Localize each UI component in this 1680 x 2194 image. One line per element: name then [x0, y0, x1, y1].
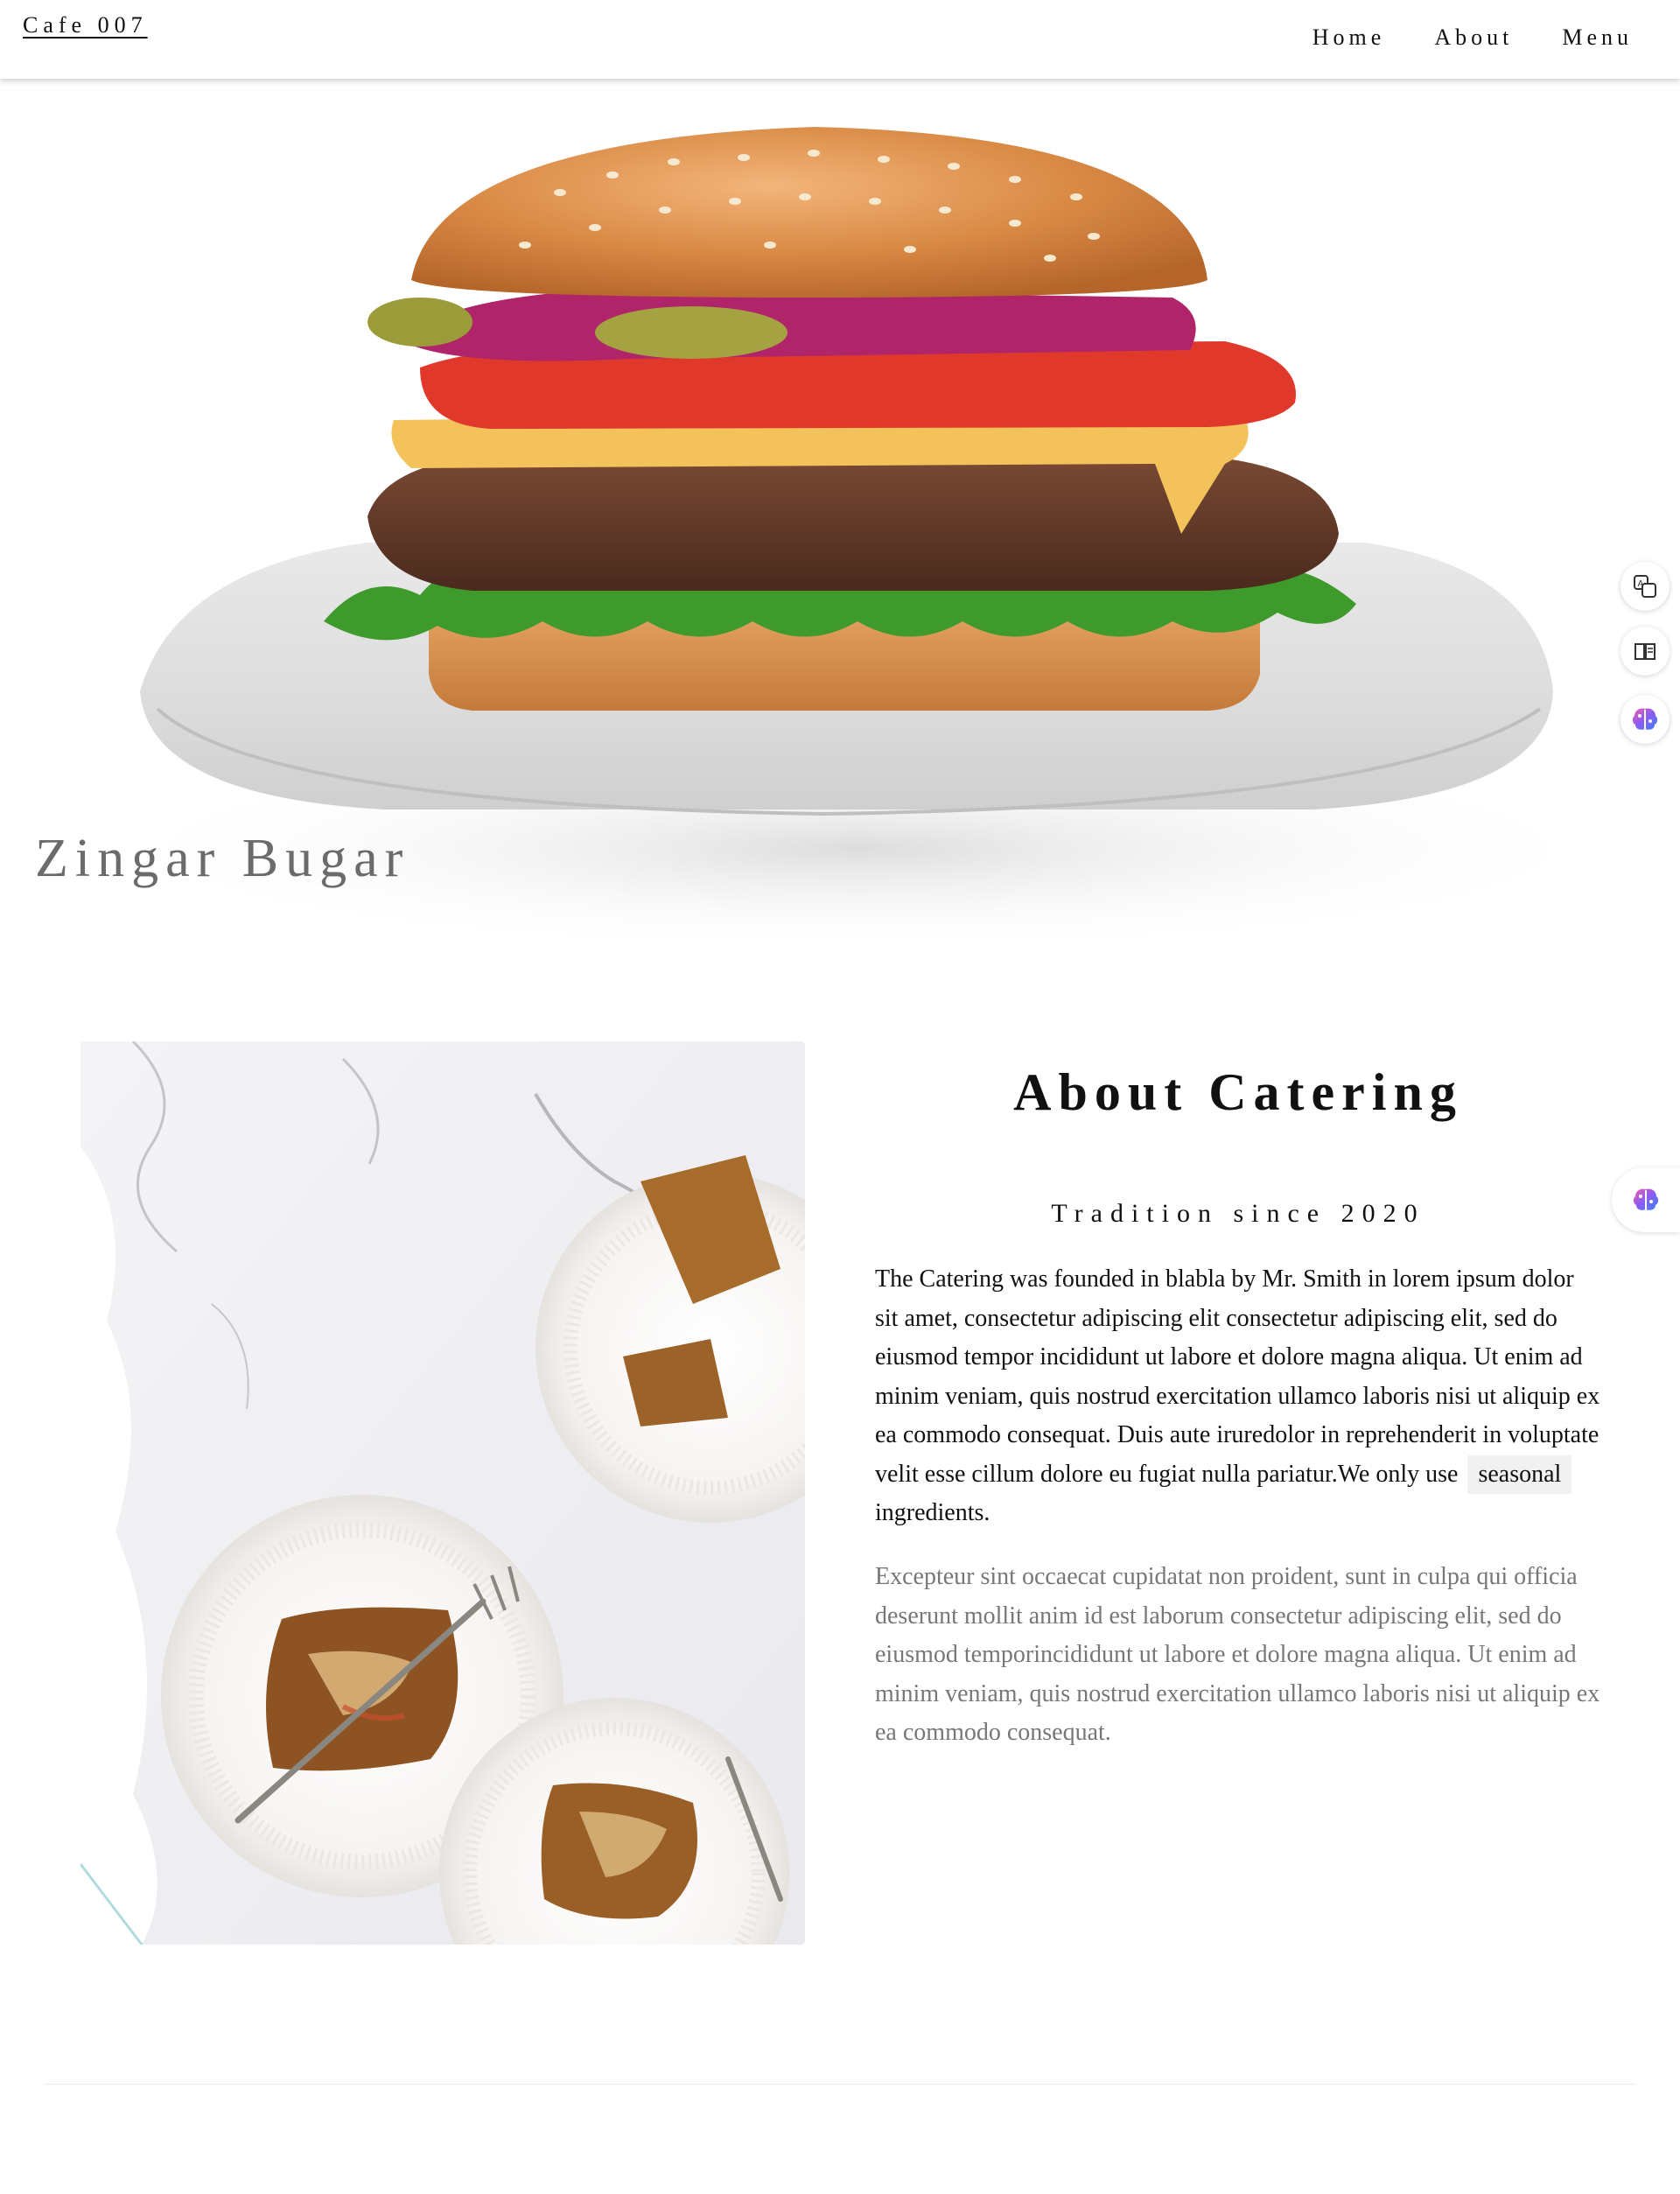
burger-hero-image	[88, 127, 1628, 936]
hero-section: Zingar Bugar	[0, 79, 1680, 936]
page: Cafe 007 Home About Menu Zingar Bugar A …	[0, 0, 1680, 2194]
about-title: About Catering	[1013, 1063, 1463, 1121]
about-paragraph-main: The Catering was founded in blabla by Mr…	[875, 1265, 1600, 1488]
dessert-plates-image	[80, 1041, 805, 1945]
ai-assistant-button[interactable]	[1620, 695, 1670, 744]
reader-mode-button[interactable]	[1620, 627, 1670, 676]
ai-brain-icon	[1633, 1188, 1659, 1210]
about-paragraph: The Catering was founded in blabla by Mr…	[875, 1260, 1601, 1533]
translate-icon: A	[1634, 575, 1656, 598]
reader-icon	[1634, 643, 1656, 660]
about-subtitle: Tradition since 2020	[1051, 1199, 1425, 1228]
brand-logo-link[interactable]: Cafe 007	[23, 12, 148, 39]
svg-text:A: A	[1638, 579, 1644, 589]
translate-button[interactable]: A	[1620, 562, 1670, 611]
section-divider	[44, 2084, 1636, 2085]
ai-side-tab[interactable]	[1612, 1167, 1680, 1232]
top-navigation-bar: Cafe 007 Home About Menu	[0, 0, 1680, 79]
seasonal-highlight: seasonal	[1467, 1454, 1572, 1494]
hero-caption: Zingar Bugar	[35, 829, 410, 888]
ai-brain-icon	[1632, 708, 1658, 730]
nav-menu-link[interactable]: Menu	[1562, 25, 1633, 51]
about-catering-photo	[80, 1041, 805, 1945]
about-paragraph-end: ingredients.	[875, 1499, 990, 1526]
about-secondary-paragraph: Excepteur sint occaecat cupidatat non pr…	[875, 1563, 1600, 1746]
nav-about-link[interactable]: About	[1434, 25, 1513, 51]
main-nav: Home About Menu	[1312, 25, 1633, 51]
nav-home-link[interactable]: Home	[1312, 25, 1386, 51]
